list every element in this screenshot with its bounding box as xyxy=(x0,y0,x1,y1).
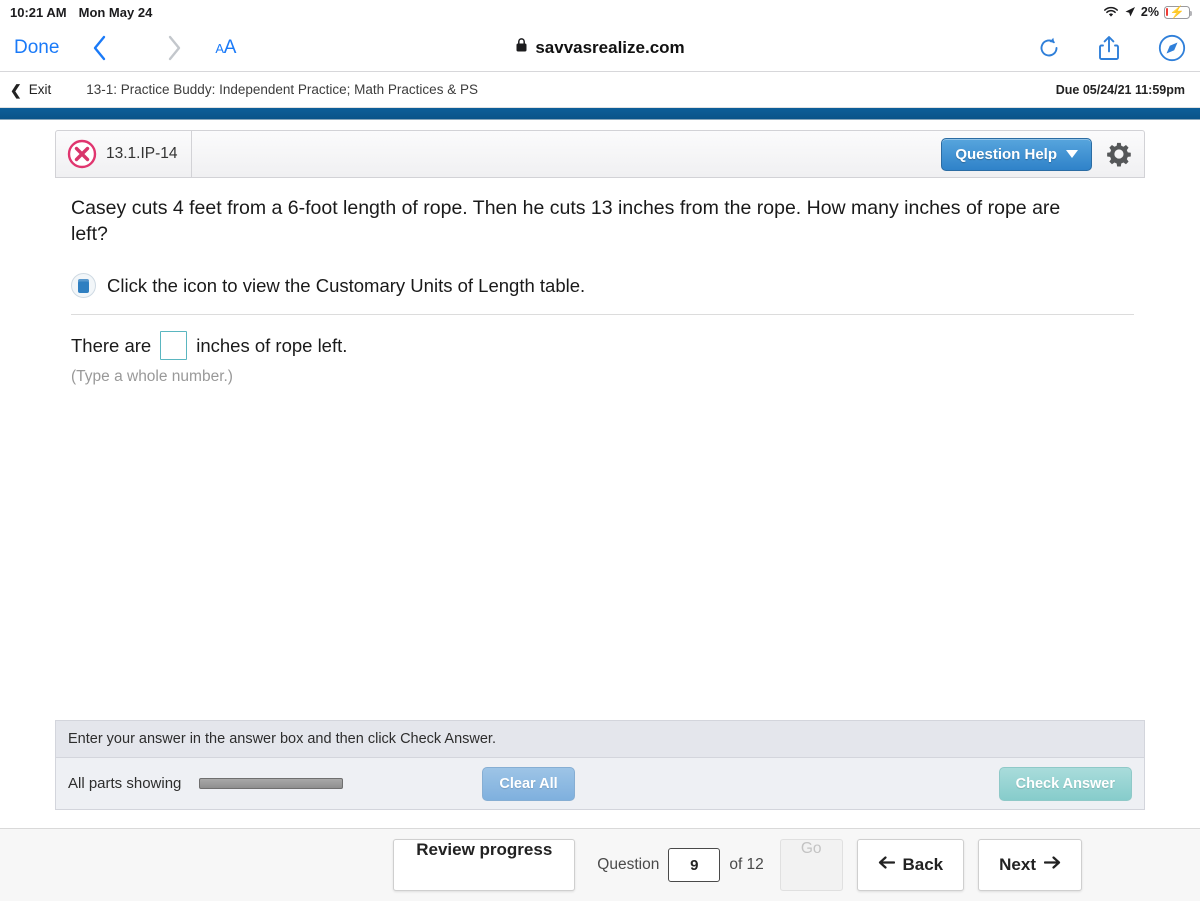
go-button: Go xyxy=(779,839,843,891)
answer-suffix-text: inches of rope left. xyxy=(196,334,348,356)
question-text: Casey cuts 4 feet from a 6-foot length o… xyxy=(71,197,1061,245)
question-panel: 13.1.IP-14 Question Help Casey cuts 4 fe… xyxy=(55,130,1145,386)
answer-hint: (Type a whole number.) xyxy=(71,368,233,386)
question-label: Question xyxy=(597,856,660,873)
exit-label: Exit xyxy=(28,82,52,97)
next-label: Next xyxy=(999,855,1036,874)
battery-charging-icon: ⚡ xyxy=(1164,5,1193,19)
arrow-left-icon xyxy=(878,855,895,875)
clear-all-button[interactable]: Clear All xyxy=(482,766,575,801)
wifi-icon xyxy=(1103,6,1119,18)
safari-toolbar-actions xyxy=(1038,34,1186,62)
assignment-title: 13-1: Practice Buddy: Independent Practi… xyxy=(86,82,478,97)
browser-forward-icon xyxy=(159,35,189,61)
question-body: Casey cuts 4 feet from a 6-foot length o… xyxy=(55,178,1145,386)
gear-icon[interactable] xyxy=(1106,141,1132,167)
back-label: Back xyxy=(902,855,944,874)
status-bar-left: 10:21 AM Mon May 24 xyxy=(10,5,152,20)
done-button[interactable]: Done xyxy=(14,37,59,59)
exit-button[interactable]: ❮ Exit xyxy=(10,82,51,97)
answer-action-block: Enter your answer in the answer box and … xyxy=(55,720,1145,810)
course-nav-bar: ❮ Exit 13-1: Practice Buddy: Independent… xyxy=(0,72,1200,108)
question-id-cell: 13.1.IP-14 xyxy=(56,131,192,177)
browser-back-icon[interactable] xyxy=(85,35,115,61)
blue-divider-band xyxy=(0,108,1200,120)
check-answer-button[interactable]: Check Answer xyxy=(998,766,1132,801)
incorrect-x-icon xyxy=(67,139,97,169)
battery-percent: 2% xyxy=(1140,5,1159,19)
resource-link-text: Click the icon to view the Customary Uni… xyxy=(107,274,586,296)
question-work-area: 13.1.IP-14 Question Help Casey cuts 4 fe… xyxy=(0,120,1200,810)
table-resource-icon[interactable] xyxy=(71,273,96,299)
question-help-label: Question Help xyxy=(955,145,1057,163)
arrow-right-icon xyxy=(1043,855,1061,875)
resource-link-row[interactable]: Click the icon to view the Customary Uni… xyxy=(71,273,1134,316)
text-size-button[interactable]: AA xyxy=(215,37,236,59)
parts-status-label: All parts showing xyxy=(68,775,182,792)
question-navigator: Question 9 of 12 xyxy=(597,848,764,882)
caret-down-icon xyxy=(1066,150,1078,158)
answer-input[interactable] xyxy=(160,331,188,361)
question-number-input[interactable]: 9 xyxy=(668,848,721,882)
text-size-small-a: A xyxy=(215,40,224,56)
status-time: 10:21 AM xyxy=(10,4,67,20)
action-bar: All parts showing Clear All Check Answer xyxy=(55,758,1145,810)
footer-navigation: Review progress Question 9 of 12 Go Back… xyxy=(0,828,1200,901)
question-total-label: of 12 xyxy=(729,856,764,873)
question-header: 13.1.IP-14 Question Help xyxy=(55,130,1145,178)
instruction-text: Enter your answer in the answer box and … xyxy=(68,731,496,747)
text-size-large-a: A xyxy=(223,36,237,58)
review-progress-button[interactable]: Review progress xyxy=(393,839,576,891)
due-date: Due 05/24/21 11:59pm xyxy=(1055,82,1185,97)
safari-toolbar: Done AA savvasrealize.com xyxy=(0,24,1200,72)
chevron-left-icon: ❮ xyxy=(10,81,22,98)
url-text: savvasrealize.com xyxy=(535,37,685,57)
next-button[interactable]: Next xyxy=(978,839,1082,891)
compass-icon[interactable] xyxy=(1158,34,1186,62)
answer-prefix-text: There are xyxy=(71,334,152,356)
question-header-actions: Question Help xyxy=(941,137,1144,171)
reload-icon[interactable] xyxy=(1038,36,1060,60)
back-button[interactable]: Back xyxy=(856,839,965,891)
status-bar-right: 2% ⚡ xyxy=(1103,5,1193,19)
location-arrow-icon xyxy=(1124,6,1136,18)
ios-status-bar: 10:21 AM Mon May 24 2% ⚡ xyxy=(0,0,1200,24)
answer-statement-row: There are inches of rope left. xyxy=(71,331,1145,361)
lock-icon xyxy=(515,37,528,58)
question-id-label: 13.1.IP-14 xyxy=(106,145,178,162)
share-icon[interactable] xyxy=(1098,35,1120,61)
footer-controls: Review progress Question 9 of 12 Go Back… xyxy=(393,839,1082,891)
status-date: Mon May 24 xyxy=(78,4,153,20)
instruction-bar: Enter your answer in the answer box and … xyxy=(55,720,1145,758)
parts-progress-bar xyxy=(199,778,344,789)
question-help-button[interactable]: Question Help xyxy=(941,137,1092,171)
